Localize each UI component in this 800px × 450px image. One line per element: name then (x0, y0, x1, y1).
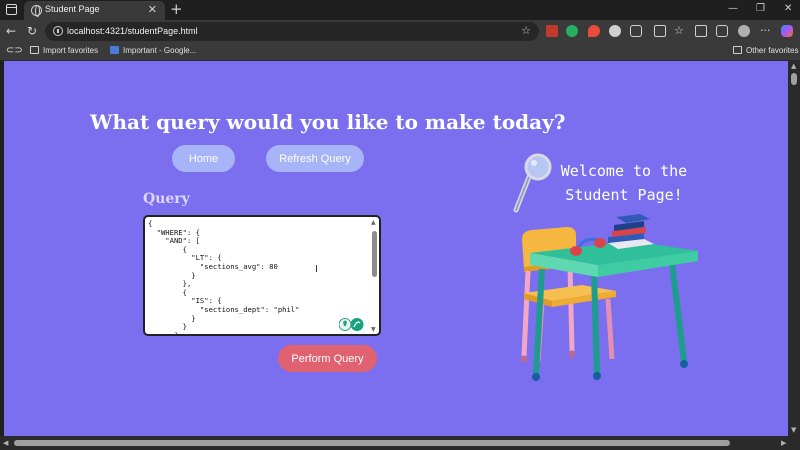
tab-title: Student Page (45, 4, 100, 14)
close-window-button[interactable]: ✕ (784, 3, 792, 14)
welcome-line-2: Student Page! (565, 186, 683, 204)
page-title: What query would you like to make today? (90, 110, 566, 134)
url-text[interactable]: localhost:4321/studentPage.html (67, 26, 198, 36)
bookmark-label: Import favorites (43, 46, 99, 55)
grammarly-widget-icon[interactable] (339, 317, 365, 332)
scroll-right-arrow-icon[interactable]: ▶ (781, 439, 786, 447)
refresh-icon[interactable]: ↻ (27, 24, 37, 38)
scrollbar-thumb[interactable] (372, 231, 377, 277)
bookmark-important-google[interactable]: Important - Google... (110, 46, 196, 55)
text-cursor-icon: I (315, 264, 318, 275)
globe-icon (31, 5, 42, 17)
back-arrow-icon[interactable]: ← (6, 24, 16, 38)
folder-icon (733, 46, 742, 54)
page-content: What query would you like to make today?… (4, 61, 788, 436)
address-bar[interactable]: localhost:4321/studentPage.html ☆ (45, 22, 539, 41)
bookmark-label: Important - Google... (123, 46, 197, 55)
browser-toolbar: ← ↻ localhost:4321/studentPage.html ☆ ☆ … (0, 20, 800, 43)
tab-student-page[interactable]: Student Page ✕ (24, 1, 165, 20)
other-favorites-label: Other favorites (746, 46, 799, 55)
star-icon[interactable]: ☆ (521, 24, 531, 37)
scroll-down-arrow-icon[interactable]: ▼ (371, 326, 376, 333)
scroll-down-arrow-icon[interactable]: ▼ (791, 426, 796, 434)
vertical-scrollbar-thumb[interactable] (791, 73, 797, 85)
extension-icon[interactable] (546, 25, 558, 37)
welcome-line-1: Welcome to the (560, 162, 688, 180)
new-tab-button[interactable]: + (170, 0, 183, 18)
reading-mode-icon[interactable]: ⊂⊃ (6, 45, 23, 56)
textarea-scrollbar[interactable]: ▲ ▼ (371, 219, 377, 333)
split-screen-icon[interactable] (654, 25, 666, 37)
window-menu-icon[interactable] (6, 4, 17, 15)
horizontal-scrollbar-thumb[interactable] (14, 440, 730, 446)
desk-and-chair-illustration (520, 214, 698, 381)
extension-icon[interactable] (588, 25, 600, 37)
extensions-icon[interactable] (630, 25, 642, 37)
profile-avatar[interactable] (738, 25, 750, 37)
restore-button[interactable]: ❐ (756, 3, 765, 14)
home-button[interactable]: Home (172, 145, 235, 172)
perform-query-button[interactable]: Perform Query (278, 345, 377, 372)
more-icon[interactable]: ··· (760, 24, 771, 38)
bookmarks-bar: ⊂⊃ Import favorites Important - Google..… (0, 43, 800, 61)
page-horizontal-scrollbar[interactable]: ◀ ▶ (0, 436, 800, 450)
folder-icon (30, 46, 39, 54)
scroll-left-arrow-icon[interactable]: ◀ (3, 439, 8, 447)
info-icon[interactable] (53, 26, 63, 36)
favorites-icon[interactable]: ☆ (674, 24, 684, 38)
magnifying-glass-icon (513, 153, 552, 213)
scroll-up-arrow-icon[interactable]: ▲ (791, 62, 796, 70)
scroll-up-arrow-icon[interactable]: ▲ (371, 219, 376, 226)
other-favorites[interactable]: Other favorites (733, 46, 798, 55)
query-label: Query (143, 191, 190, 207)
grammarly-icon[interactable] (566, 25, 578, 37)
refresh-query-button[interactable]: Refresh Query (266, 145, 364, 172)
google-docs-icon (110, 46, 119, 54)
welcome-heading: Welcome to the Student Page! (544, 159, 704, 207)
extension-icon[interactable] (609, 25, 621, 37)
browser-essentials-icon[interactable] (716, 25, 728, 37)
page-vertical-scrollbar[interactable]: ▲ ▼ (788, 61, 800, 436)
close-tab-icon[interactable]: ✕ (148, 3, 157, 16)
minimize-button[interactable]: — (728, 3, 738, 14)
copilot-icon[interactable] (781, 25, 793, 37)
query-text[interactable]: { "WHERE": { "AND": [ { "LT": { "section… (148, 219, 299, 334)
title-bar: Student Page ✕ + — ❐ ✕ (0, 0, 800, 20)
collections-icon[interactable] (695, 25, 707, 37)
bookmark-import-favorites[interactable]: Import favorites (30, 46, 98, 55)
